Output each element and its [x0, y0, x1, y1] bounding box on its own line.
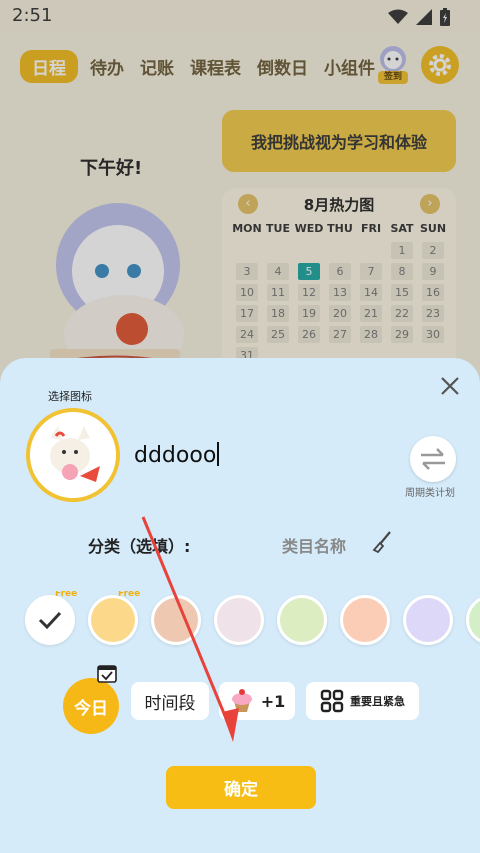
time-period-button[interactable]: 时间段 [131, 682, 209, 720]
color-swatch[interactable] [25, 595, 75, 645]
color-swatch[interactable] [403, 595, 453, 645]
color-swatch-row: Free Free [0, 591, 480, 651]
category-label: 分类（选填）: [88, 537, 191, 556]
category-name-input[interactable]: 类目名称 [282, 533, 346, 557]
close-button[interactable] [438, 376, 462, 400]
add-task-sheet: 选择图标 dddooo 周期类计划 分类（选填）: 类目名称 Free Free … [0, 358, 480, 853]
task-icon-picker[interactable] [26, 408, 120, 502]
grid-icon [320, 689, 344, 713]
color-swatch[interactable] [88, 595, 138, 645]
color-swatch[interactable] [340, 595, 390, 645]
cycle-plan-label: 周期类计划 [405, 488, 455, 499]
priority-label: 重要且紧急 [350, 695, 405, 708]
color-swatch[interactable] [151, 595, 201, 645]
reward-plus-label: +1 [260, 691, 286, 711]
color-swatch[interactable] [466, 595, 480, 645]
check-icon [38, 611, 62, 630]
calendar-check-icon [97, 665, 117, 683]
task-name-value: dddooo [134, 443, 217, 468]
color-swatch[interactable] [277, 595, 327, 645]
today-button[interactable]: 今日 [63, 678, 119, 734]
calendar-check-badge [96, 662, 118, 684]
pick-icon-label: 选择图标 [48, 390, 92, 403]
color-swatch[interactable] [214, 595, 264, 645]
free-badge: Free [118, 591, 141, 599]
cat-rocket-icon [30, 412, 116, 498]
brush-icon [372, 531, 391, 554]
task-name-input[interactable]: dddooo [134, 442, 334, 468]
cycle-plan-button[interactable] [410, 436, 456, 482]
swap-arrows-icon [421, 448, 445, 470]
text-caret [217, 442, 220, 466]
free-badge: Free [55, 591, 78, 599]
close-icon [441, 377, 459, 395]
reward-plus-button[interactable]: +1 [219, 682, 295, 720]
cupcake-icon [231, 689, 252, 712]
confirm-button[interactable]: 确定 [166, 766, 316, 809]
category-edit-button[interactable] [370, 530, 394, 558]
priority-button[interactable]: 重要且紧急 [306, 682, 419, 720]
